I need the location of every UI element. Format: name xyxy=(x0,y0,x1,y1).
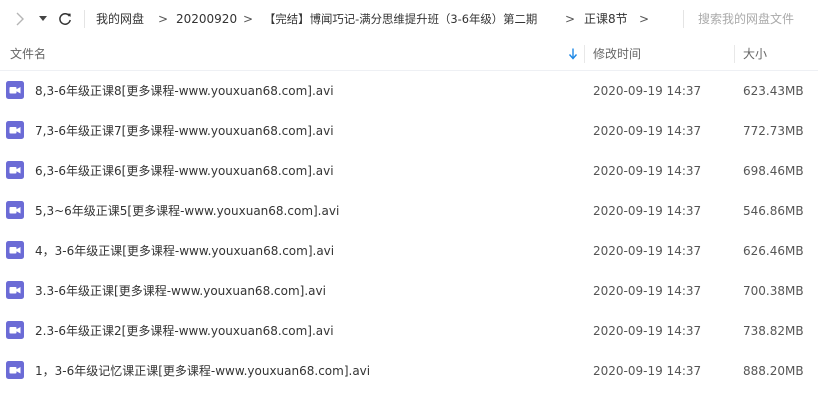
breadcrumb-separator: > xyxy=(158,12,169,26)
video-file-icon xyxy=(6,361,24,379)
file-modified-time: 2020-09-19 14:37 xyxy=(593,364,702,378)
breadcrumb-separator: > xyxy=(639,12,650,26)
back-button[interactable] xyxy=(10,0,30,38)
file-name[interactable]: 4，3-6年级正课[更多课程-www.youxuan68.com].avi xyxy=(35,231,334,271)
history-dropdown-button[interactable] xyxy=(36,0,50,38)
file-row[interactable]: 2.3-6年级正课2[更多课程-www.youxuan68.com].avi 20… xyxy=(0,311,818,351)
file-name[interactable]: 2.3-6年级正课2[更多课程-www.youxuan68.com].avi xyxy=(35,311,334,351)
path-bar: 我的网盘 > 20200920 > 【完结】博闻巧记-满分思维提升班（3-6年级… xyxy=(0,0,818,38)
file-modified-time: 2020-09-19 14:37 xyxy=(593,204,702,218)
file-name[interactable]: 1，3-6年级记忆课正课[更多课程-www.youxuan68.com].avi xyxy=(35,351,370,391)
file-row[interactable]: 3.3-6年级正课[更多课程-www.youxuan68.com].avi 202… xyxy=(0,271,818,311)
file-row[interactable]: 8,3-6年级正课8[更多课程-www.youxuan68.com].avi 20… xyxy=(0,71,818,111)
file-modified-time: 2020-09-19 14:37 xyxy=(593,124,702,138)
refresh-button[interactable] xyxy=(54,0,76,38)
breadcrumb-divider xyxy=(84,10,85,28)
file-size: 623.43MB xyxy=(743,84,804,98)
sort-descending-icon[interactable] xyxy=(568,48,578,60)
refresh-icon xyxy=(59,13,71,25)
file-size: 772.73MB xyxy=(743,124,804,138)
file-name[interactable]: 7,3-6年级正课7[更多课程-www.youxuan68.com].avi xyxy=(35,111,334,151)
chevron-right-icon xyxy=(16,12,24,26)
breadcrumb-item-course[interactable]: 【完结】博闻巧记-满分思维提升班（3-6年级）第二期 xyxy=(264,0,537,38)
file-list-header: 文件名 修改时间 大小 xyxy=(0,38,818,71)
video-file-icon xyxy=(6,161,24,179)
file-name[interactable]: 8,3-6年级正课8[更多课程-www.youxuan68.com].avi xyxy=(35,71,334,111)
file-row[interactable]: 1，3-6年级记忆课正课[更多课程-www.youxuan68.com].avi… xyxy=(0,351,818,391)
breadcrumb-item-current[interactable]: 正课8节 xyxy=(584,0,628,38)
file-size: 738.82MB xyxy=(743,324,804,338)
search-placeholder: 搜索我的网盘文件 xyxy=(698,12,795,26)
file-name[interactable]: 3.3-6年级正课[更多课程-www.youxuan68.com].avi xyxy=(35,271,326,311)
column-header-size[interactable]: 大小 xyxy=(743,38,767,70)
column-header-modified[interactable]: 修改时间 xyxy=(593,38,641,70)
breadcrumb-separator: > xyxy=(243,12,254,26)
file-row[interactable]: 6,3-6年级正课6[更多课程-www.youxuan68.com].avi 20… xyxy=(0,151,818,191)
column-divider[interactable] xyxy=(734,45,735,63)
file-name[interactable]: 6,3-6年级正课6[更多课程-www.youxuan68.com].avi xyxy=(35,151,334,191)
breadcrumb-item-root[interactable]: 我的网盘 xyxy=(96,0,144,38)
video-file-icon xyxy=(6,121,24,139)
column-divider[interactable] xyxy=(584,45,585,63)
file-modified-time: 2020-09-19 14:37 xyxy=(593,324,702,338)
caret-down-icon xyxy=(39,16,47,21)
file-modified-time: 2020-09-19 14:37 xyxy=(593,284,702,298)
search-input[interactable]: 搜索我的网盘文件 xyxy=(683,0,818,38)
file-size: 700.38MB xyxy=(743,284,804,298)
file-modified-time: 2020-09-19 14:37 xyxy=(593,244,702,258)
breadcrumb-separator: > xyxy=(565,12,576,26)
video-file-icon xyxy=(6,321,24,339)
column-header-name[interactable]: 文件名 xyxy=(10,38,46,70)
file-size: 546.86MB xyxy=(743,204,804,218)
video-file-icon xyxy=(6,281,24,299)
breadcrumb: 我的网盘 > 20200920 > 【完结】博闻巧记-满分思维提升班（3-6年级… xyxy=(84,0,674,38)
file-size: 888.20MB xyxy=(743,364,804,378)
file-modified-time: 2020-09-19 14:37 xyxy=(593,164,702,178)
file-name[interactable]: 5,3~6年级正课5[更多课程-www.youxuan68.com].avi xyxy=(35,191,339,231)
file-row[interactable]: 5,3~6年级正课5[更多课程-www.youxuan68.com].avi 20… xyxy=(0,191,818,231)
file-row[interactable]: 7,3-6年级正课7[更多课程-www.youxuan68.com].avi 20… xyxy=(0,111,818,151)
video-file-icon xyxy=(6,81,24,99)
breadcrumb-item-date[interactable]: 20200920 xyxy=(176,0,237,38)
file-size: 626.46MB xyxy=(743,244,804,258)
file-row[interactable]: 4，3-6年级正课[更多课程-www.youxuan68.com].avi 202… xyxy=(0,231,818,271)
search-divider xyxy=(683,10,684,28)
video-file-icon xyxy=(6,201,24,219)
file-modified-time: 2020-09-19 14:37 xyxy=(593,84,702,98)
file-size: 698.46MB xyxy=(743,164,804,178)
video-file-icon xyxy=(6,241,24,259)
